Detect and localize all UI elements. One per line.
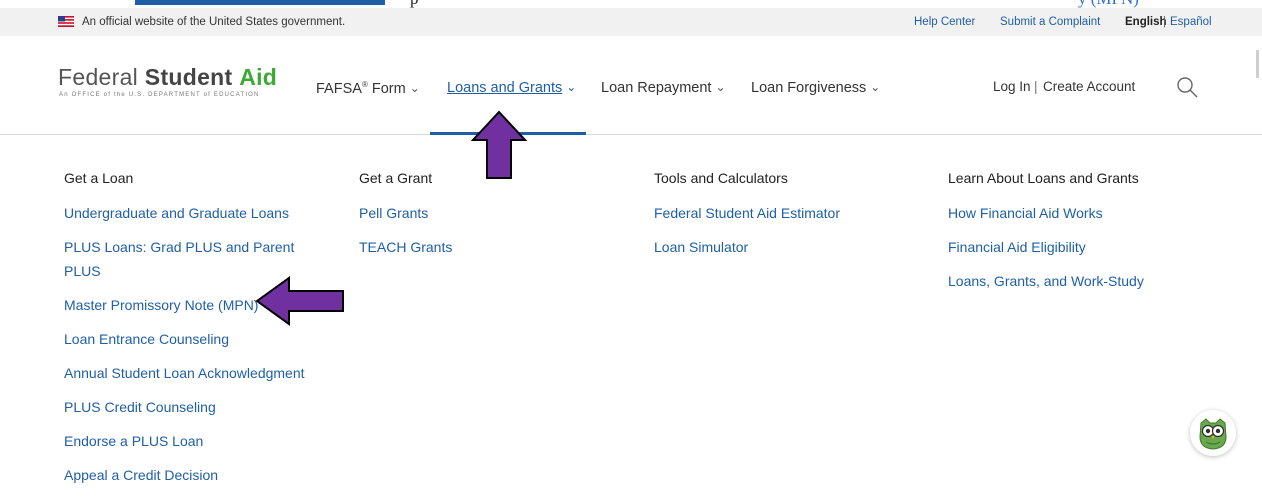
owl-icon bbox=[1199, 418, 1227, 450]
chat-assistant-button[interactable] bbox=[1190, 410, 1236, 456]
create-account-link[interactable]: Create Account bbox=[1043, 79, 1135, 94]
menu-link-entrance-counseling[interactable]: Loan Entrance Counseling bbox=[64, 327, 305, 351]
chevron-down-icon: ⌄ bbox=[409, 80, 420, 95]
menu-column-tools-calculators: Tools and Calculators Federal Student Ai… bbox=[654, 168, 840, 269]
logo-wordmark: Federal Student Aid bbox=[58, 64, 277, 91]
menu-link-plus-credit-counseling[interactable]: PLUS Credit Counseling bbox=[64, 395, 305, 419]
menu-link-annual-acknowledgment[interactable]: Annual Student Loan Acknowledgment bbox=[64, 361, 305, 385]
loans-and-grants-menu: Get a Loan Undergraduate and Graduate Lo… bbox=[0, 135, 1262, 483]
logo-tagline: An OFFICE of the U.S. DEPARTMENT of EDUC… bbox=[59, 92, 260, 98]
submit-complaint-link[interactable]: Submit a Complaint bbox=[1000, 16, 1100, 28]
chevron-down-icon: ⌄ bbox=[870, 80, 881, 94]
language-separator: | bbox=[1163, 16, 1166, 28]
chevron-down-icon: ⌄ bbox=[715, 80, 726, 94]
account-separator: | bbox=[1034, 79, 1038, 94]
menu-heading: Learn About Loans and Grants bbox=[948, 170, 1139, 186]
help-center-link[interactable]: Help Center bbox=[914, 16, 975, 28]
nav-fafsa-label: FAFSA® Form bbox=[316, 80, 406, 97]
log-in-link[interactable]: Log In bbox=[993, 79, 1031, 94]
logo-word-student: Student bbox=[144, 64, 233, 90]
site-header: Federal Student Aid An OFFICE of the U.S… bbox=[0, 36, 1262, 135]
fsa-logo[interactable]: Federal Student Aid An OFFICE of the U.S… bbox=[58, 64, 277, 98]
language-english[interactable]: English bbox=[1125, 16, 1167, 28]
search-icon[interactable] bbox=[1175, 75, 1199, 99]
menu-heading: Get a Loan bbox=[64, 170, 134, 186]
nav-forgiveness-label: Loan Forgiveness bbox=[751, 80, 867, 96]
us-flag-icon bbox=[58, 16, 74, 27]
logo-word-aid: Aid bbox=[239, 64, 278, 90]
menu-link-loans-grants-work-study[interactable]: Loans, Grants, and Work-Study bbox=[948, 269, 1144, 293]
menu-column-get-a-grant: Get a Grant Pell Grants TEACH Grants bbox=[359, 168, 452, 269]
menu-link-how-aid-works[interactable]: How Financial Aid Works bbox=[948, 201, 1144, 225]
menu-link-endorse-plus-loan[interactable]: Endorse a PLUS Loan bbox=[64, 429, 305, 453]
scrollbar[interactable] bbox=[1256, 50, 1259, 78]
official-site-text: An official website of the United States… bbox=[82, 16, 346, 28]
background-link-text: y (MPN) bbox=[1078, 0, 1139, 8]
nav-loans-and-grants[interactable]: Loans and Grants ⌄ bbox=[447, 80, 576, 96]
menu-column-get-a-loan: Get a Loan Undergraduate and Graduate Lo… bbox=[64, 168, 305, 497]
menu-link-appeal-credit-decision[interactable]: Appeal a Credit Decision bbox=[64, 463, 305, 487]
nav-loan-repayment[interactable]: Loan Repayment ⌄ bbox=[601, 80, 726, 96]
menu-heading: Get a Grant bbox=[359, 170, 433, 186]
menu-link-loan-simulator[interactable]: Loan Simulator bbox=[654, 235, 840, 259]
background-heading-bar bbox=[135, 0, 385, 5]
nav-fafsa-suffix: Form bbox=[367, 80, 406, 97]
chevron-down-icon: ⌄ bbox=[566, 80, 577, 94]
menu-link-aid-estimator[interactable]: Federal Student Aid Estimator bbox=[654, 201, 840, 225]
menu-link-teach-grants[interactable]: TEACH Grants bbox=[359, 235, 452, 259]
menu-link-aid-eligibility[interactable]: Financial Aid Eligibility bbox=[948, 235, 1144, 259]
nav-loans-label: Loans and Grants bbox=[447, 80, 563, 96]
menu-link-pell-grants[interactable]: Pell Grants bbox=[359, 201, 452, 225]
menu-link-undergrad-grad-loans[interactable]: Undergraduate and Graduate Loans bbox=[64, 201, 305, 225]
menu-heading: Tools and Calculators bbox=[654, 170, 788, 186]
annotation-arrow-up-icon bbox=[471, 110, 527, 179]
nav-loan-forgiveness[interactable]: Loan Forgiveness ⌄ bbox=[751, 80, 880, 96]
logo-word-federal: Federal bbox=[58, 64, 139, 90]
menu-column-learn-about: Learn About Loans and Grants How Financi… bbox=[948, 168, 1144, 303]
background-page-strip: p y (MPN) bbox=[0, 0, 1262, 8]
nav-repayment-label: Loan Repayment bbox=[601, 80, 712, 96]
nav-fafsa-text: FAFSA bbox=[316, 80, 362, 97]
language-espanol-link[interactable]: Español bbox=[1170, 16, 1212, 28]
gov-banner: An official website of the United States… bbox=[0, 8, 1262, 36]
background-text: p bbox=[410, 0, 419, 8]
nav-fafsa-form[interactable]: FAFSA® Form ⌄ bbox=[316, 80, 420, 97]
annotation-arrow-left-icon bbox=[255, 276, 344, 326]
